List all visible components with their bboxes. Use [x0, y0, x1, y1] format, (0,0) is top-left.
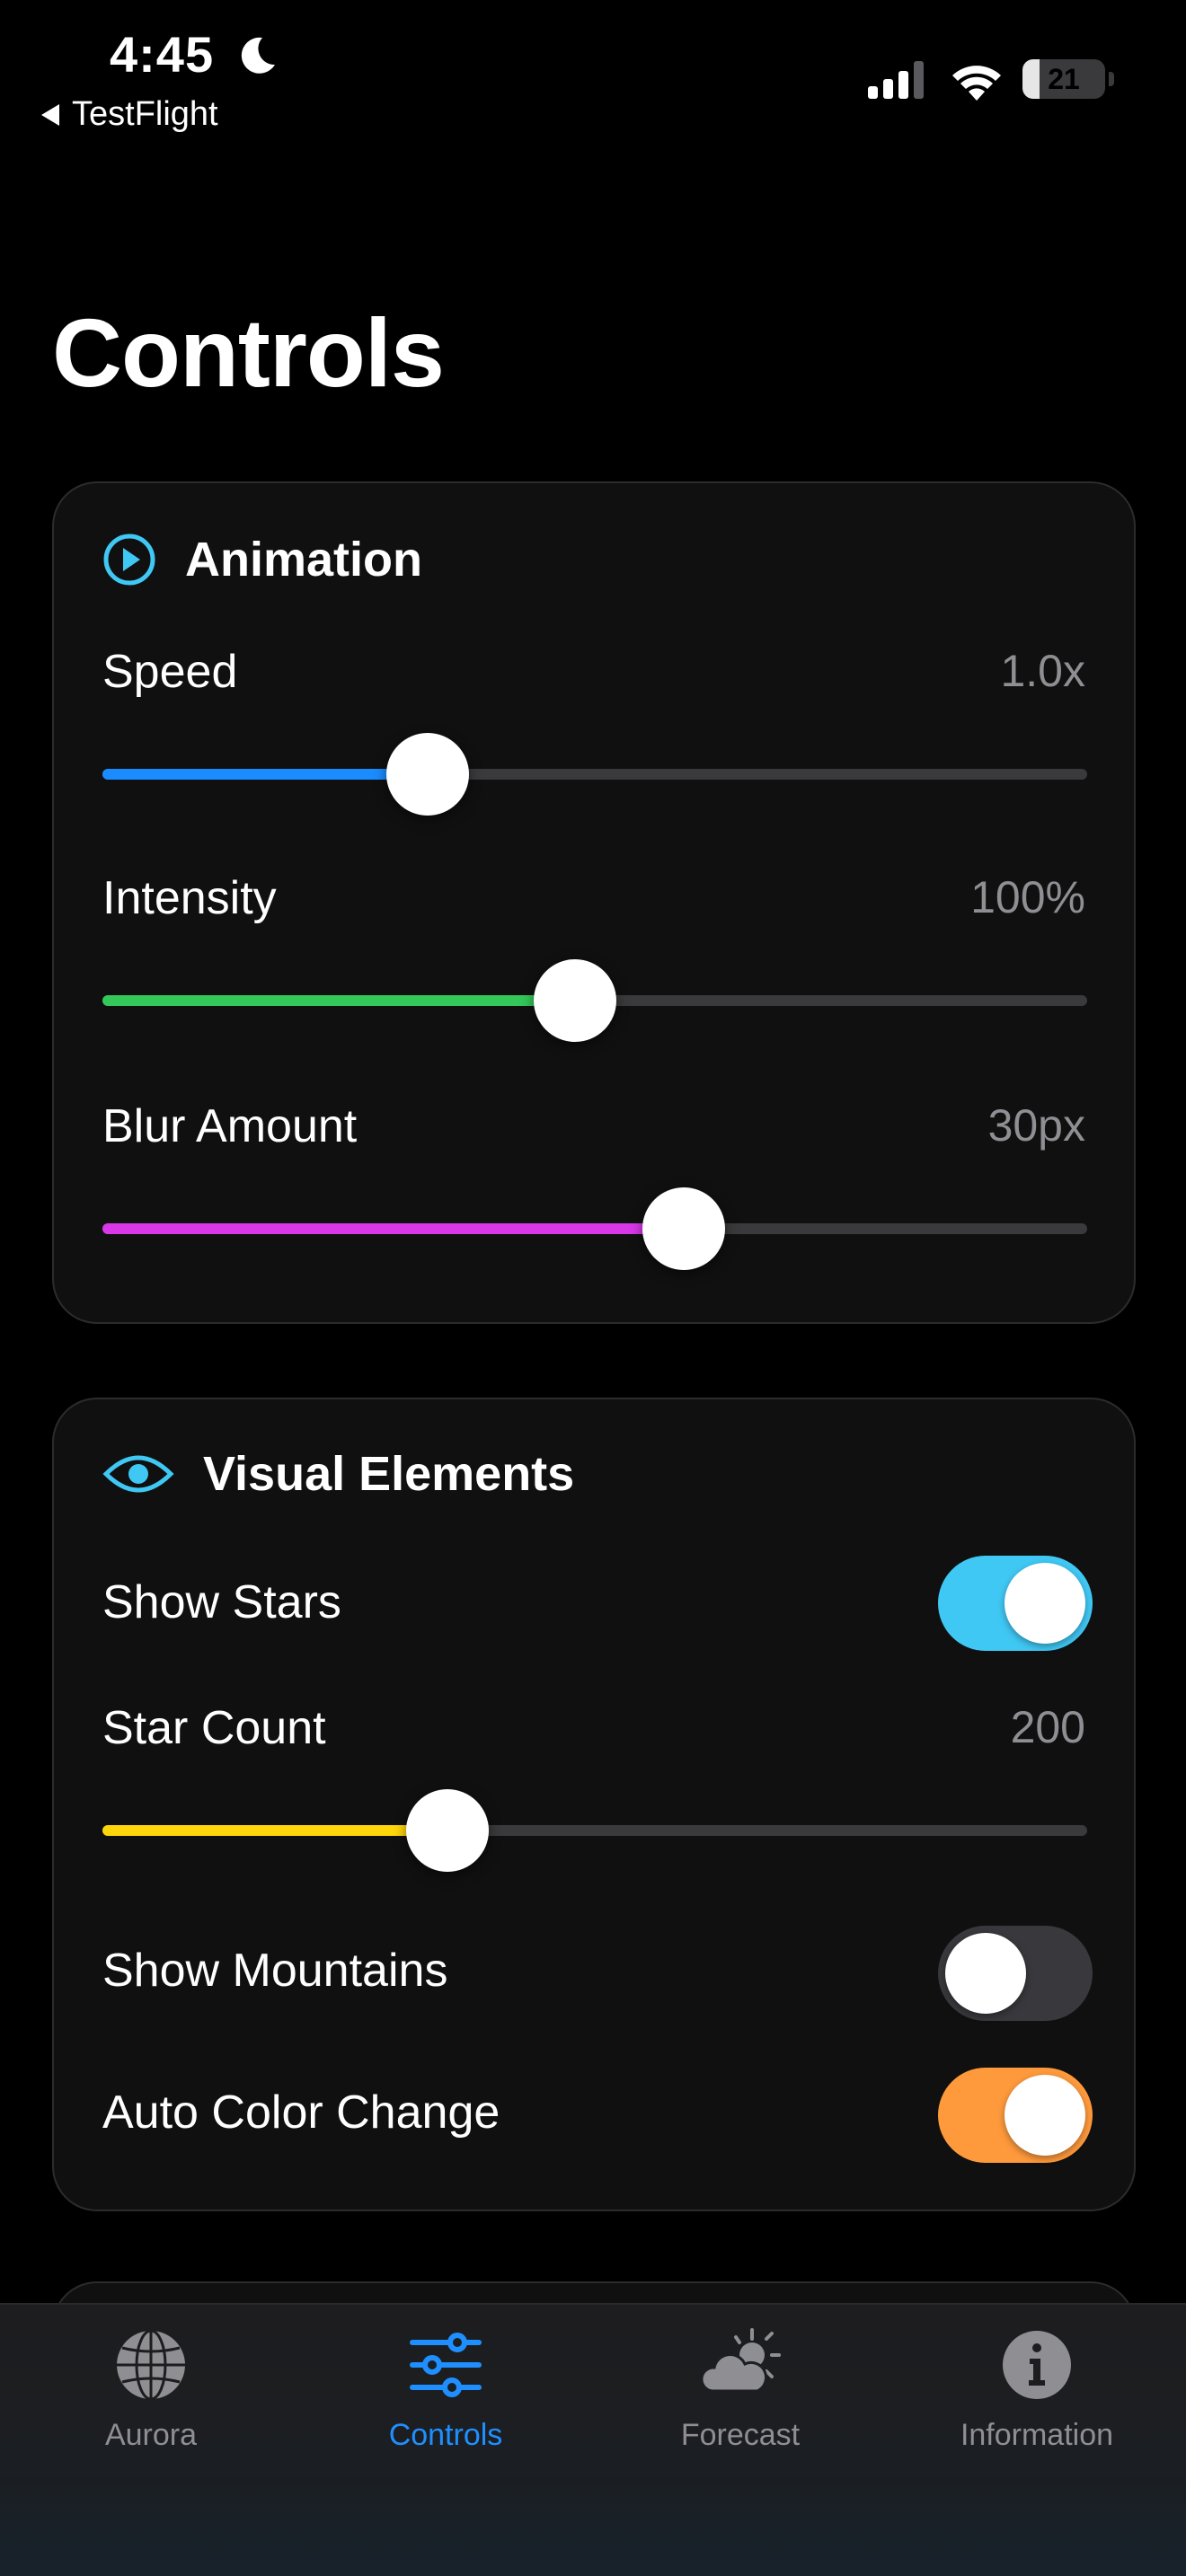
- visual-elements-title: Visual Elements: [203, 1447, 575, 1501]
- info-icon: [1003, 2331, 1071, 2399]
- auto-color-change-toggle[interactable]: [938, 2068, 1093, 2163]
- tab-forecast[interactable]: Forecast: [606, 2325, 875, 2453]
- status-time: 4:45: [110, 26, 215, 83]
- blur-label: Blur Amount: [102, 1100, 358, 1152]
- show-mountains-label: Show Mountains: [102, 1945, 448, 1997]
- animation-header: Animation: [102, 532, 422, 587]
- show-mountains-toggle-knob: [945, 1933, 1026, 2014]
- moon-icon: [241, 37, 275, 74]
- auto-color-change-toggle-knob: [1005, 2075, 1085, 2156]
- cellular-signal-icon: [868, 61, 924, 99]
- show-mountains-toggle[interactable]: [938, 1926, 1093, 2021]
- intensity-slider-fill: [102, 995, 576, 1006]
- star-count-slider-fill: [102, 1825, 447, 1836]
- star-count-slider-thumb[interactable]: [405, 1789, 489, 1872]
- battery-percent: 21: [1048, 62, 1080, 95]
- speed-slider-thumb[interactable]: [385, 733, 469, 816]
- tab-aurora-label: Aurora: [104, 2418, 198, 2452]
- speed-slider[interactable]: [102, 733, 1087, 816]
- globe-icon: [117, 2329, 185, 2401]
- tab-bar: Aurora Controls Forecast Information: [0, 2303, 1186, 2576]
- tab-controls[interactable]: Controls: [311, 2325, 580, 2453]
- visual-elements-header: Visual Elements: [102, 1446, 574, 1502]
- blur-slider[interactable]: [102, 1187, 1087, 1270]
- wifi-icon: [952, 66, 1001, 101]
- visual-elements-card: Visual Elements Show Stars Star Count 20…: [52, 1398, 1136, 2211]
- tab-forecast-label: Forecast: [680, 2418, 801, 2452]
- back-app-label: TestFlight: [72, 95, 218, 133]
- intensity-value: 100%: [970, 872, 1085, 922]
- star-count-label: Star Count: [102, 1702, 326, 1754]
- speed-label: Speed: [102, 646, 238, 698]
- battery-nub: [1109, 72, 1114, 86]
- intensity-slider[interactable]: [102, 959, 1087, 1042]
- blur-slider-fill: [102, 1223, 684, 1234]
- back-arrow-icon: [41, 103, 59, 126]
- play-circle-icon: [103, 534, 155, 586]
- animation-card: Animation Speed 1.0x Intensity 100% Blur…: [52, 481, 1136, 1324]
- star-count-slider[interactable]: [102, 1789, 1087, 1872]
- speed-slider-fill: [102, 769, 428, 780]
- battery-indicator: 21: [1022, 59, 1105, 99]
- star-count-value: 200: [1010, 1702, 1085, 1752]
- blur-value: 30px: [987, 1100, 1085, 1151]
- tab-aurora[interactable]: Aurora: [16, 2325, 286, 2453]
- cloud-sun-icon: [700, 2328, 781, 2393]
- tab-controls-label: Controls: [388, 2418, 503, 2452]
- blur-slider-thumb[interactable]: [642, 1187, 725, 1270]
- eye-icon: [102, 1455, 174, 1493]
- animation-title: Animation: [185, 533, 422, 587]
- page-title: Controls: [52, 298, 445, 407]
- tab-information[interactable]: Information: [902, 2325, 1172, 2453]
- back-to-testflight[interactable]: TestFlight: [41, 95, 218, 134]
- show-stars-toggle[interactable]: [938, 1556, 1093, 1651]
- intensity-slider-thumb[interactable]: [534, 959, 617, 1042]
- intensity-label: Intensity: [102, 872, 277, 924]
- tab-information-label: Information: [960, 2418, 1114, 2452]
- speed-value: 1.0x: [1000, 646, 1085, 696]
- auto-color-change-label: Auto Color Change: [102, 2086, 500, 2139]
- sliders-icon: [410, 2333, 482, 2397]
- show-stars-label: Show Stars: [102, 1576, 341, 1628]
- show-stars-toggle-knob: [1005, 1563, 1085, 1644]
